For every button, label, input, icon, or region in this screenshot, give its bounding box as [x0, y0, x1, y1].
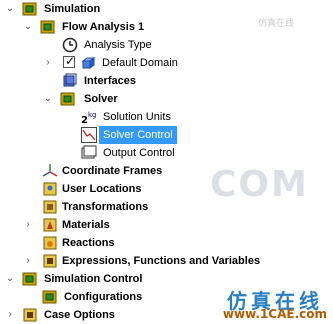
case-options-icon: [22, 307, 38, 323]
chevron-right-icon[interactable]: ›: [22, 219, 34, 231]
chevron-right-icon[interactable]: ›: [22, 255, 34, 267]
tree-label: Configurations: [64, 291, 143, 303]
tree-label: Flow Analysis 1: [62, 21, 145, 33]
tree-label: Interfaces: [84, 75, 136, 87]
svg-text:kg: kg: [88, 111, 97, 119]
interfaces-icon: [62, 73, 78, 89]
flow-analysis-icon: [40, 19, 56, 35]
tree-item-output-control[interactable]: Output Control: [0, 144, 333, 162]
tree-label: Simulation: [44, 3, 101, 15]
tree-item-expressions[interactable]: › Expressions, Functions and Variables: [0, 252, 333, 270]
tree-label: Solution Units: [103, 111, 171, 123]
solver-control-icon: [81, 127, 97, 143]
chevron-down-icon[interactable]: ⌄: [42, 93, 54, 105]
tree-label: Solver Control: [99, 126, 177, 144]
tree-item-solver-control[interactable]: Solver Control: [0, 126, 333, 144]
clock-icon: [62, 37, 78, 53]
reactions-icon: [42, 235, 58, 251]
tree-item-solution-units[interactable]: 2 kg Solution Units: [0, 108, 333, 126]
tree-item-analysis-type[interactable]: Analysis Type: [0, 36, 333, 54]
units-icon: 2 kg: [81, 109, 97, 125]
tree-label: Materials: [62, 219, 110, 231]
tree-item-default-domain[interactable]: › Default Domain: [0, 54, 333, 72]
domain-icon: [80, 55, 96, 71]
tree-label: Expressions, Functions and Variables: [62, 255, 261, 267]
chevron-right-icon[interactable]: ›: [4, 309, 16, 321]
transformations-icon: [42, 199, 58, 215]
tree-label: Reactions: [62, 237, 115, 249]
solver-icon: [60, 91, 76, 107]
coordinate-axes-icon: [42, 163, 58, 179]
tree-label: Transformations: [62, 201, 149, 213]
tree-item-interfaces[interactable]: Interfaces: [0, 72, 333, 90]
tree-item-materials[interactable]: › Materials: [0, 216, 333, 234]
tree-item-reactions[interactable]: Reactions: [0, 234, 333, 252]
user-locations-icon: [42, 181, 58, 197]
tree-label: Default Domain: [102, 57, 178, 69]
watermark-small: 仿真在线: [258, 19, 295, 29]
chevron-down-icon[interactable]: ⌄: [4, 273, 16, 285]
tree-label: Analysis Type: [84, 39, 152, 51]
visibility-checkbox[interactable]: [63, 54, 75, 68]
chevron-down-icon[interactable]: ⌄: [4, 3, 16, 15]
simulation-control-icon: [22, 271, 38, 287]
watermark-url: www.1CAE.com: [222, 307, 327, 321]
simulation-icon: [22, 1, 38, 17]
tree-label: Simulation Control: [44, 273, 143, 285]
chevron-right-icon[interactable]: ›: [42, 57, 54, 69]
expressions-icon: [42, 253, 58, 269]
tree-label: Solver: [84, 93, 118, 105]
tree-label: Case Options: [44, 309, 115, 321]
configurations-icon: [42, 289, 58, 305]
watermark-text: COM: [210, 164, 309, 205]
svg-text:2: 2: [81, 115, 88, 125]
tree-label: User Locations: [62, 183, 142, 195]
chevron-down-icon[interactable]: ⌄: [22, 21, 34, 33]
output-control-icon: [81, 145, 97, 161]
tree-label: Output Control: [103, 147, 175, 159]
tree-item-solver[interactable]: ⌄ Solver: [0, 90, 333, 108]
materials-icon: [42, 217, 58, 233]
tree-label: Coordinate Frames: [62, 165, 163, 177]
